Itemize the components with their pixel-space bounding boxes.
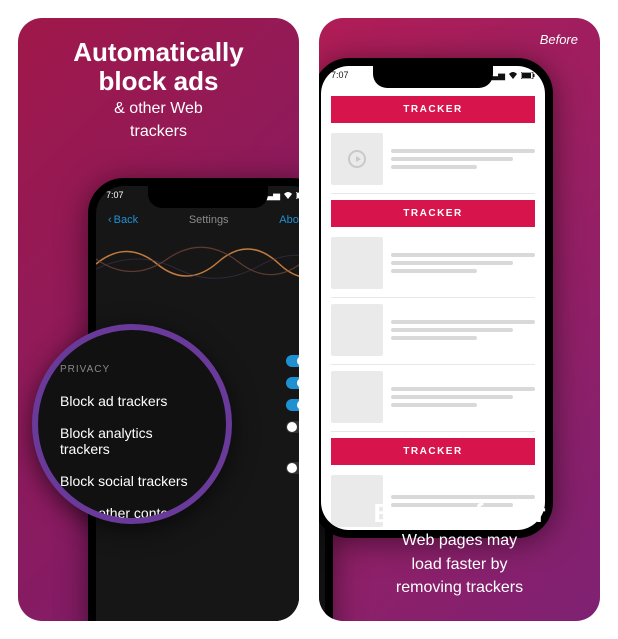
phone-frame: 7:07 ▁▃▅ TRACKER: [319, 58, 553, 538]
page-body: TRACKER TRACKER: [321, 66, 545, 527]
skeleton-line: [391, 269, 477, 273]
skeleton-line: [391, 387, 535, 391]
toggle-switch[interactable]: [286, 377, 299, 389]
divider: [331, 431, 535, 432]
magnifier-row: Block analytics trackers: [60, 417, 206, 465]
text-lines: [391, 304, 535, 356]
battery-icon: [296, 191, 299, 201]
toggle-switch[interactable]: [286, 462, 299, 474]
text-lines: [391, 371, 535, 423]
promo-panel-2: Before › 7:07 ▁▃▅: [319, 18, 600, 621]
skeleton-line: [391, 157, 513, 161]
battery-icon: [521, 71, 535, 81]
thumbnail-placeholder: [331, 371, 383, 423]
phone-notch: [373, 66, 493, 88]
skeleton-line: [391, 320, 535, 324]
promo-panel-1: Automatically block ads & other Web trac…: [18, 18, 299, 621]
magnifier-row: Block social trackers: [60, 465, 206, 497]
skeleton-line: [391, 261, 513, 265]
subheadline-line-2: trackers: [18, 122, 299, 141]
toggle-switch[interactable]: [286, 399, 299, 411]
headline-line-1: Automatically: [18, 38, 299, 67]
about-link[interactable]: About: [279, 214, 299, 226]
content-row: [331, 237, 535, 289]
subheadline-line-3: removing trackers: [319, 578, 600, 597]
back-button[interactable]: ‹ Back: [108, 214, 138, 226]
skeleton-line: [391, 328, 513, 332]
phone-notch: [148, 186, 268, 208]
thumbnail-placeholder: [331, 237, 383, 289]
content-row: [331, 133, 535, 185]
play-icon: [348, 150, 366, 168]
nav-title: Settings: [189, 214, 229, 226]
divider: [331, 297, 535, 298]
chevron-left-icon: ‹: [108, 214, 112, 226]
text-lines: [391, 237, 535, 289]
text-lines: [391, 133, 535, 185]
divider: [331, 193, 535, 194]
content-row: [331, 304, 535, 356]
webpage-screen: 7:07 ▁▃▅ TRACKER: [321, 66, 545, 530]
toggle-switch[interactable]: [286, 355, 299, 367]
headline: Browse faster: [319, 499, 600, 528]
subheadline-line-1: Web pages may: [319, 531, 600, 550]
thumbnail-placeholder: [331, 304, 383, 356]
tracker-banner: TRACKER: [331, 96, 535, 123]
content-row: [331, 371, 535, 423]
wifi-icon: [508, 71, 518, 81]
skeleton-line: [391, 336, 477, 340]
back-label: Back: [114, 214, 138, 226]
divider: [331, 364, 535, 365]
skeleton-line: [391, 395, 513, 399]
skeleton-line: [391, 149, 535, 153]
toggle-switch[interactable]: [286, 421, 299, 433]
magnifier-lens: PRIVACY Block ad trackers Block analytic…: [32, 324, 232, 524]
magnifier-row: Block ad trackers: [60, 385, 206, 417]
subheadline-line-1: & other Web: [18, 99, 299, 118]
skeleton-line: [391, 165, 477, 169]
subheadline-line-2: load faster by: [319, 555, 600, 574]
tracker-banner: TRACKER: [331, 200, 535, 227]
thumbnail-placeholder: [331, 133, 383, 185]
headline-line-2: block ads: [18, 67, 299, 96]
wifi-icon: [283, 191, 293, 201]
tracker-banner: TRACKER: [331, 438, 535, 465]
wave-graphic: [96, 234, 299, 289]
status-time: 7:07: [331, 70, 349, 81]
headline-block: Browse faster Web pages may load faster …: [319, 479, 600, 597]
status-time: 7:07: [106, 190, 124, 201]
magnifier-section-label: PRIVACY: [60, 364, 206, 375]
headline-block: Automatically block ads & other Web trac…: [18, 18, 299, 142]
skeleton-line: [391, 403, 477, 407]
skeleton-line: [391, 253, 535, 257]
before-label: Before: [540, 32, 578, 47]
